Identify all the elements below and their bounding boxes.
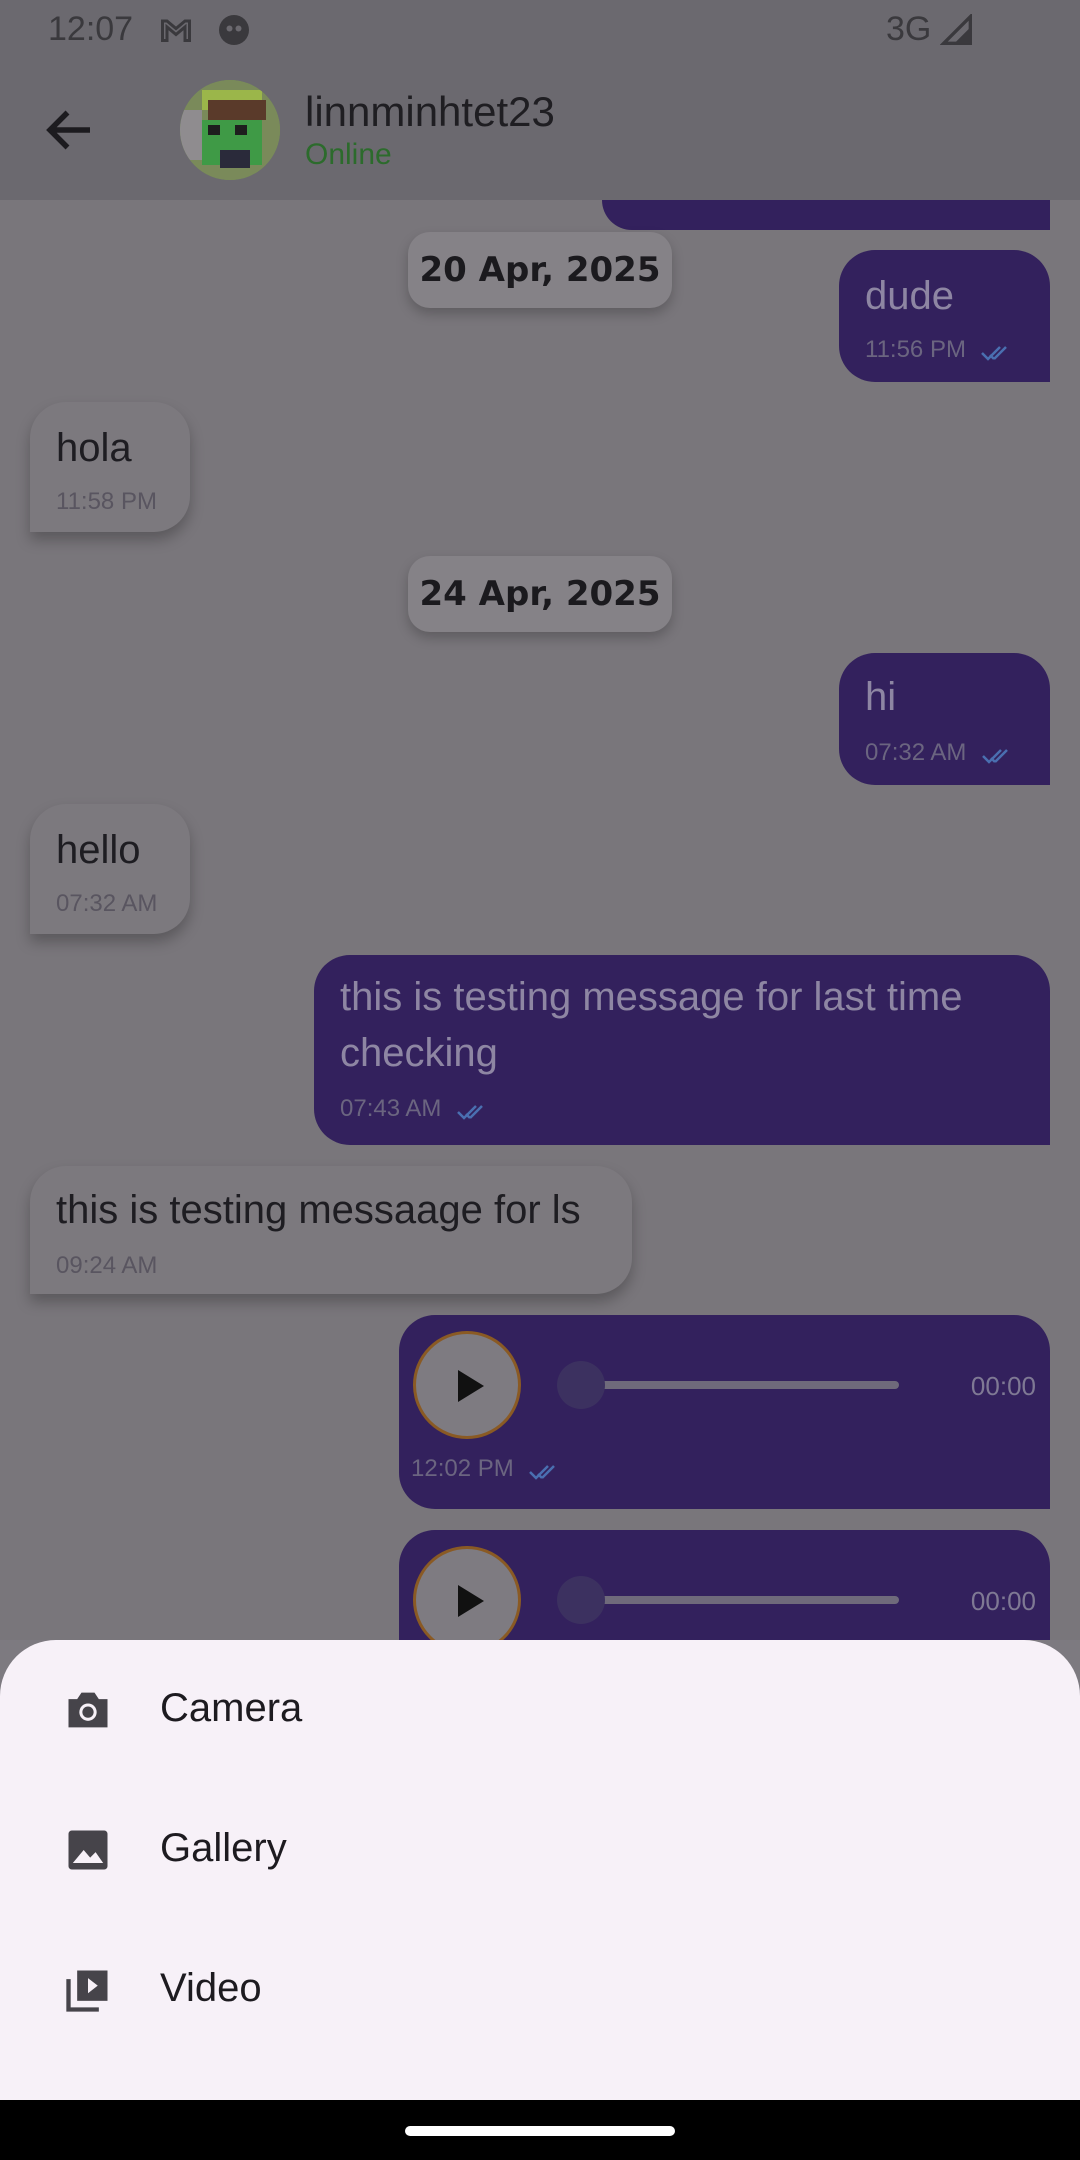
chat-screen: 12:07 3G linnminhtet23 Online 20 Apr, 20… <box>0 0 1080 2160</box>
message-bubble-incoming[interactable]: hola 11:58 PM <box>30 402 190 532</box>
message-bubble-outgoing[interactable]: dude 11:56 PM <box>839 250 1050 382</box>
message-bubble-outgoing[interactable] <box>602 200 1050 230</box>
play-button[interactable] <box>413 1331 521 1439</box>
camera-icon <box>68 1692 108 1728</box>
double-check-icon <box>981 748 1008 764</box>
message-text: this is testing messaage for ls <box>56 1188 581 1232</box>
message-bubble-outgoing[interactable]: hi 07:32 AM <box>839 653 1050 785</box>
message-time: 11:58 PM <box>56 488 157 515</box>
chat-header: linnminhtet23 Online <box>0 60 1080 200</box>
audio-duration: 00:00 <box>970 1371 1036 1401</box>
audio-progress-track[interactable] <box>559 1596 899 1604</box>
message-text: hello <box>56 828 141 872</box>
play-icon <box>458 1585 484 1617</box>
back-arrow-icon[interactable] <box>40 100 100 160</box>
status-bar: 12:07 3G <box>0 0 1080 60</box>
status-time: 12:07 <box>48 10 134 48</box>
audio-progress-track[interactable] <box>559 1381 899 1389</box>
home-gesture-handle[interactable] <box>405 2126 675 2136</box>
message-text: hola <box>56 426 132 470</box>
audio-seek-thumb[interactable] <box>557 1576 605 1624</box>
sheet-item-label: Camera <box>160 1686 303 1730</box>
play-button[interactable] <box>413 1546 521 1640</box>
sheet-item-video[interactable]: Video <box>0 1920 1080 2060</box>
double-check-icon <box>981 345 1008 361</box>
message-meta: 11:56 PM <box>865 336 1016 364</box>
system-nav-bar <box>0 2100 1080 2160</box>
gmail-icon <box>161 19 191 42</box>
video-library-icon <box>66 1970 108 2012</box>
message-time: 12:02 PM <box>411 1455 514 1482</box>
notification-icon <box>219 15 249 45</box>
message-bubble-incoming[interactable]: this is testing messaage for ls 09:24 AM <box>30 1166 632 1294</box>
audio-seek-thumb[interactable] <box>557 1361 605 1409</box>
message-meta: 12:02 PM <box>411 1455 564 1483</box>
sheet-item-gallery[interactable]: Gallery <box>0 1780 1080 1920</box>
message-text: dude <box>865 274 954 318</box>
double-check-icon <box>456 1104 483 1120</box>
sheet-item-label: Gallery <box>160 1826 287 1870</box>
signal-icon <box>940 14 972 45</box>
chat-username: linnminhtet23 <box>305 88 555 135</box>
voice-message-bubble[interactable]: 00:00 <box>399 1530 1050 1640</box>
message-time: 09:24 AM <box>56 1252 158 1279</box>
sheet-item-label: Video <box>160 1966 262 2010</box>
image-icon <box>68 1830 108 1870</box>
avatar[interactable] <box>180 80 280 180</box>
avatar-image <box>180 80 280 180</box>
message-time: 07:32 AM <box>56 890 158 917</box>
message-time: 11:56 PM <box>865 336 966 363</box>
audio-duration: 00:00 <box>970 1586 1036 1616</box>
media-picker-sheet: Camera Gallery Video <box>0 1640 1080 2100</box>
voice-message-bubble[interactable]: 00:00 12:02 PM <box>399 1315 1050 1509</box>
date-separator: 20 Apr, 2025 <box>408 232 672 308</box>
message-text: this is testing message for last time ch… <box>340 975 963 1075</box>
network-type: 3G <box>886 10 932 48</box>
message-bubble-outgoing[interactable]: this is testing message for last time ch… <box>314 955 1050 1145</box>
message-time: 07:43 AM <box>340 1095 442 1122</box>
double-check-icon <box>529 1464 556 1480</box>
date-separator: 24 Apr, 2025 <box>408 556 672 632</box>
message-list[interactable]: 20 Apr, 2025 dude 11:56 PM hola 11:58 PM… <box>0 200 1080 1640</box>
online-status: Online <box>305 138 392 171</box>
message-bubble-incoming[interactable]: hello 07:32 AM <box>30 804 190 934</box>
play-icon <box>458 1370 484 1402</box>
message-time: 07:32 AM <box>865 739 967 766</box>
sheet-item-camera[interactable]: Camera <box>0 1640 1080 1780</box>
message-meta: 07:43 AM <box>340 1095 492 1123</box>
message-text: hi <box>865 675 897 719</box>
message-meta: 07:32 AM <box>865 739 1017 767</box>
